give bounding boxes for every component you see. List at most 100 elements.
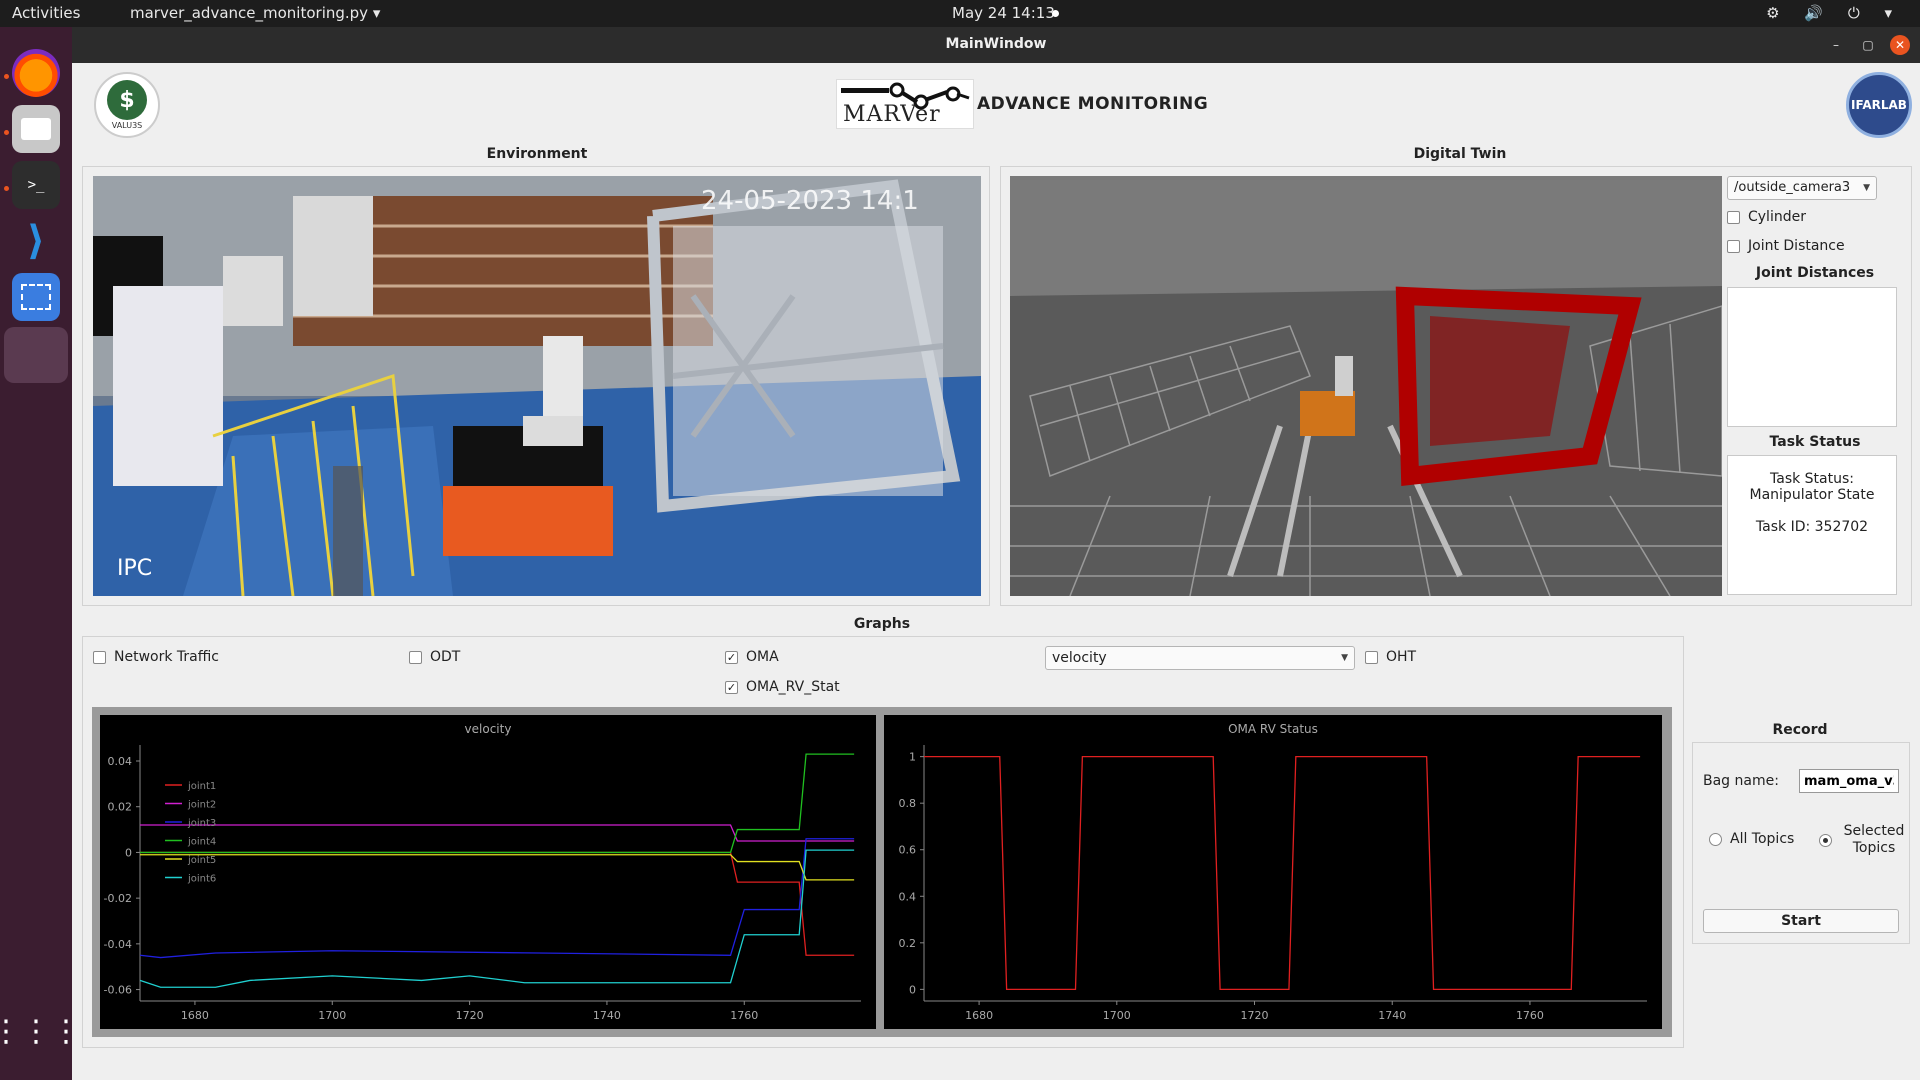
y-tick-label: -0.02 <box>104 892 132 905</box>
checkmark-icon: ✓ <box>725 680 738 694</box>
oma-rv-status-plot[interactable]: OMA RV Status 1 0.8 0.6 0.4 0.2 0 1680 1700 1720 1… <box>884 715 1662 1029</box>
x-tick-label: 1760 <box>1516 1009 1544 1022</box>
series-line-joint5 <box>140 854 855 881</box>
camera-topic-select[interactable]: /outside_camera3 ▼ <box>1727 176 1877 200</box>
oma-rv-status-chart: OMA RV Status 1 0.8 0.6 0.4 0.2 0 1680 1700 1720 1… <box>899 722 1647 1022</box>
network-traffic-label: Network Traffic <box>114 649 219 665</box>
camera-timestamp: 24-05-2023 14:1 <box>701 186 919 216</box>
odt-label: ODT <box>430 649 461 665</box>
legend-label: joint5 <box>187 855 216 866</box>
app-menu[interactable]: marver_advance_monitoring.py ▾ <box>130 4 380 22</box>
selected-topics-radio[interactable]: Selected Topics <box>1819 823 1908 857</box>
oht-checkbox[interactable]: OHT <box>1365 649 1416 665</box>
firefox-icon[interactable] <box>12 49 60 97</box>
marver-logo: MARVer <box>836 79 974 129</box>
task-status-panel: Task Status: Manipulator State Task ID: … <box>1727 455 1897 595</box>
valu3s-emblem: $ <box>107 80 147 120</box>
radio-off-icon <box>1709 832 1722 846</box>
velocity-plot[interactable]: velocity 0.04 0.02 0 -0.02 -0.04 -0.06 1680 1700… <box>100 715 876 1029</box>
active-app-icon[interactable] <box>4 327 68 383</box>
title-bar: MainWindow – ▢ ✕ <box>72 27 1920 63</box>
maximize-icon[interactable]: ▢ <box>1858 35 1878 55</box>
topic-select[interactable]: velocity ▼ <box>1045 646 1355 670</box>
checkbox-box-icon <box>409 650 422 664</box>
cylinder-checkbox[interactable]: Cylinder <box>1727 209 1806 225</box>
oma-rv-stat-label: OMA_RV_Stat <box>746 679 840 695</box>
x-tick-label: 1740 <box>1378 1009 1406 1022</box>
series-line-oma-rv-status <box>924 755 1641 991</box>
activities-button[interactable]: Activities <box>12 4 80 22</box>
network-traffic-checkbox[interactable]: Network Traffic <box>93 649 219 665</box>
oma-label: OMA <box>746 649 779 665</box>
bag-name-input[interactable] <box>1799 769 1899 793</box>
system-tray[interactable]: ⚙ 🔊 ⏻ ▾ <box>1766 4 1902 22</box>
task-status-title: Task Status <box>1769 434 1861 450</box>
legend-label: joint1 <box>187 781 216 792</box>
oht-label: OHT <box>1386 649 1417 665</box>
y-tick-label: -0.04 <box>104 938 132 951</box>
apps-grid-icon[interactable]: ⋮⋮⋮ <box>0 1007 81 1055</box>
chart-title: OMA RV Status <box>1228 722 1318 736</box>
terminal-icon[interactable]: >_ <box>12 161 60 209</box>
task-status-line1: Task Status: <box>1770 471 1854 487</box>
y-tick-label: 0.02 <box>108 801 133 814</box>
x-tick-label: 1680 <box>181 1009 209 1022</box>
twin-scene <box>1010 176 1722 596</box>
x-tick-label: 1720 <box>456 1009 484 1022</box>
joint-distance-checkbox[interactable]: Joint Distance <box>1727 238 1845 254</box>
series-line-joint3 <box>139 838 855 959</box>
chevron-down-icon: ▼ <box>1863 183 1870 193</box>
all-topics-radio[interactable]: All Topics <box>1709 831 1794 847</box>
y-tick-label: 0.04 <box>108 755 133 768</box>
chevron-down-icon: ▼ <box>1341 653 1348 663</box>
y-tick-label: 0 <box>125 846 132 859</box>
task-status-line2: Manipulator State <box>1749 487 1875 503</box>
series-line-joint2 <box>140 824 855 842</box>
selected-topics-label: Selected Topics <box>1843 823 1905 856</box>
chart-title: velocity <box>465 722 512 736</box>
vscode-icon[interactable]: ⟩ <box>12 217 60 265</box>
minimize-icon[interactable]: – <box>1826 35 1846 55</box>
x-tick-label: 1760 <box>730 1009 758 1022</box>
selection-box <box>21 284 51 310</box>
odt-checkbox[interactable]: ODT <box>409 649 460 665</box>
digital-twin-view <box>1010 176 1722 596</box>
system-top-bar: Activities marver_advance_monitoring.py … <box>0 0 1920 27</box>
y-tick-label: -0.06 <box>104 984 132 997</box>
ifarlab-logo: IFARLAB <box>1846 72 1912 138</box>
radio-on-icon <box>1819 833 1832 847</box>
running-indicator-icon <box>4 74 9 79</box>
record-title: Record <box>1772 722 1828 738</box>
page-title: ADVANCE MONITORING <box>977 94 1209 114</box>
digital-twin-title: Digital Twin <box>1413 146 1507 162</box>
series-line-joint1 <box>140 851 855 956</box>
files-icon[interactable] <box>12 105 60 153</box>
legend-label: joint2 <box>187 800 216 811</box>
x-tick-label: 1740 <box>593 1009 621 1022</box>
series-line-joint4 <box>140 753 855 854</box>
y-tick-label: 1 <box>909 751 916 764</box>
close-icon[interactable]: ✕ <box>1890 35 1910 55</box>
marver-logo-text: MARVer <box>843 102 941 127</box>
environment-camera-view: 24-05-2023 14:1 IPC <box>93 176 981 596</box>
checkbox-box-icon <box>1365 650 1378 664</box>
dock: >_ ⟩ ⋮⋮⋮ <box>0 27 81 1080</box>
x-tick-label: 1720 <box>1241 1009 1269 1022</box>
all-topics-label: All Topics <box>1730 831 1795 847</box>
environment-group: 24-05-2023 14:1 IPC <box>82 166 990 606</box>
velocity-chart: velocity 0.04 0.02 0 -0.02 -0.04 -0.06 1680 1700… <box>104 722 861 1022</box>
topic-select-value: velocity <box>1052 650 1107 666</box>
folder-shape <box>21 118 51 140</box>
checkmark-icon: ✓ <box>725 650 738 664</box>
camera-scene <box>93 176 981 596</box>
joint-distance-label: Joint Distance <box>1748 238 1845 254</box>
joint-distances-title: Joint Distances <box>1755 265 1875 281</box>
oma-rv-stat-checkbox[interactable]: ✓ OMA_RV_Stat <box>725 679 840 695</box>
start-button[interactable]: Start <box>1703 909 1899 933</box>
screenshot-icon[interactable] <box>12 273 60 321</box>
clock[interactable]: May 24 14:13 <box>952 4 1055 22</box>
oma-checkbox[interactable]: ✓ OMA <box>725 649 779 665</box>
plots-frame: velocity 0.04 0.02 0 -0.02 -0.04 -0.06 1680 1700… <box>92 707 1672 1037</box>
y-tick-label: 0.6 <box>899 844 917 857</box>
camera-topic-value: /outside_camera3 <box>1734 180 1851 195</box>
